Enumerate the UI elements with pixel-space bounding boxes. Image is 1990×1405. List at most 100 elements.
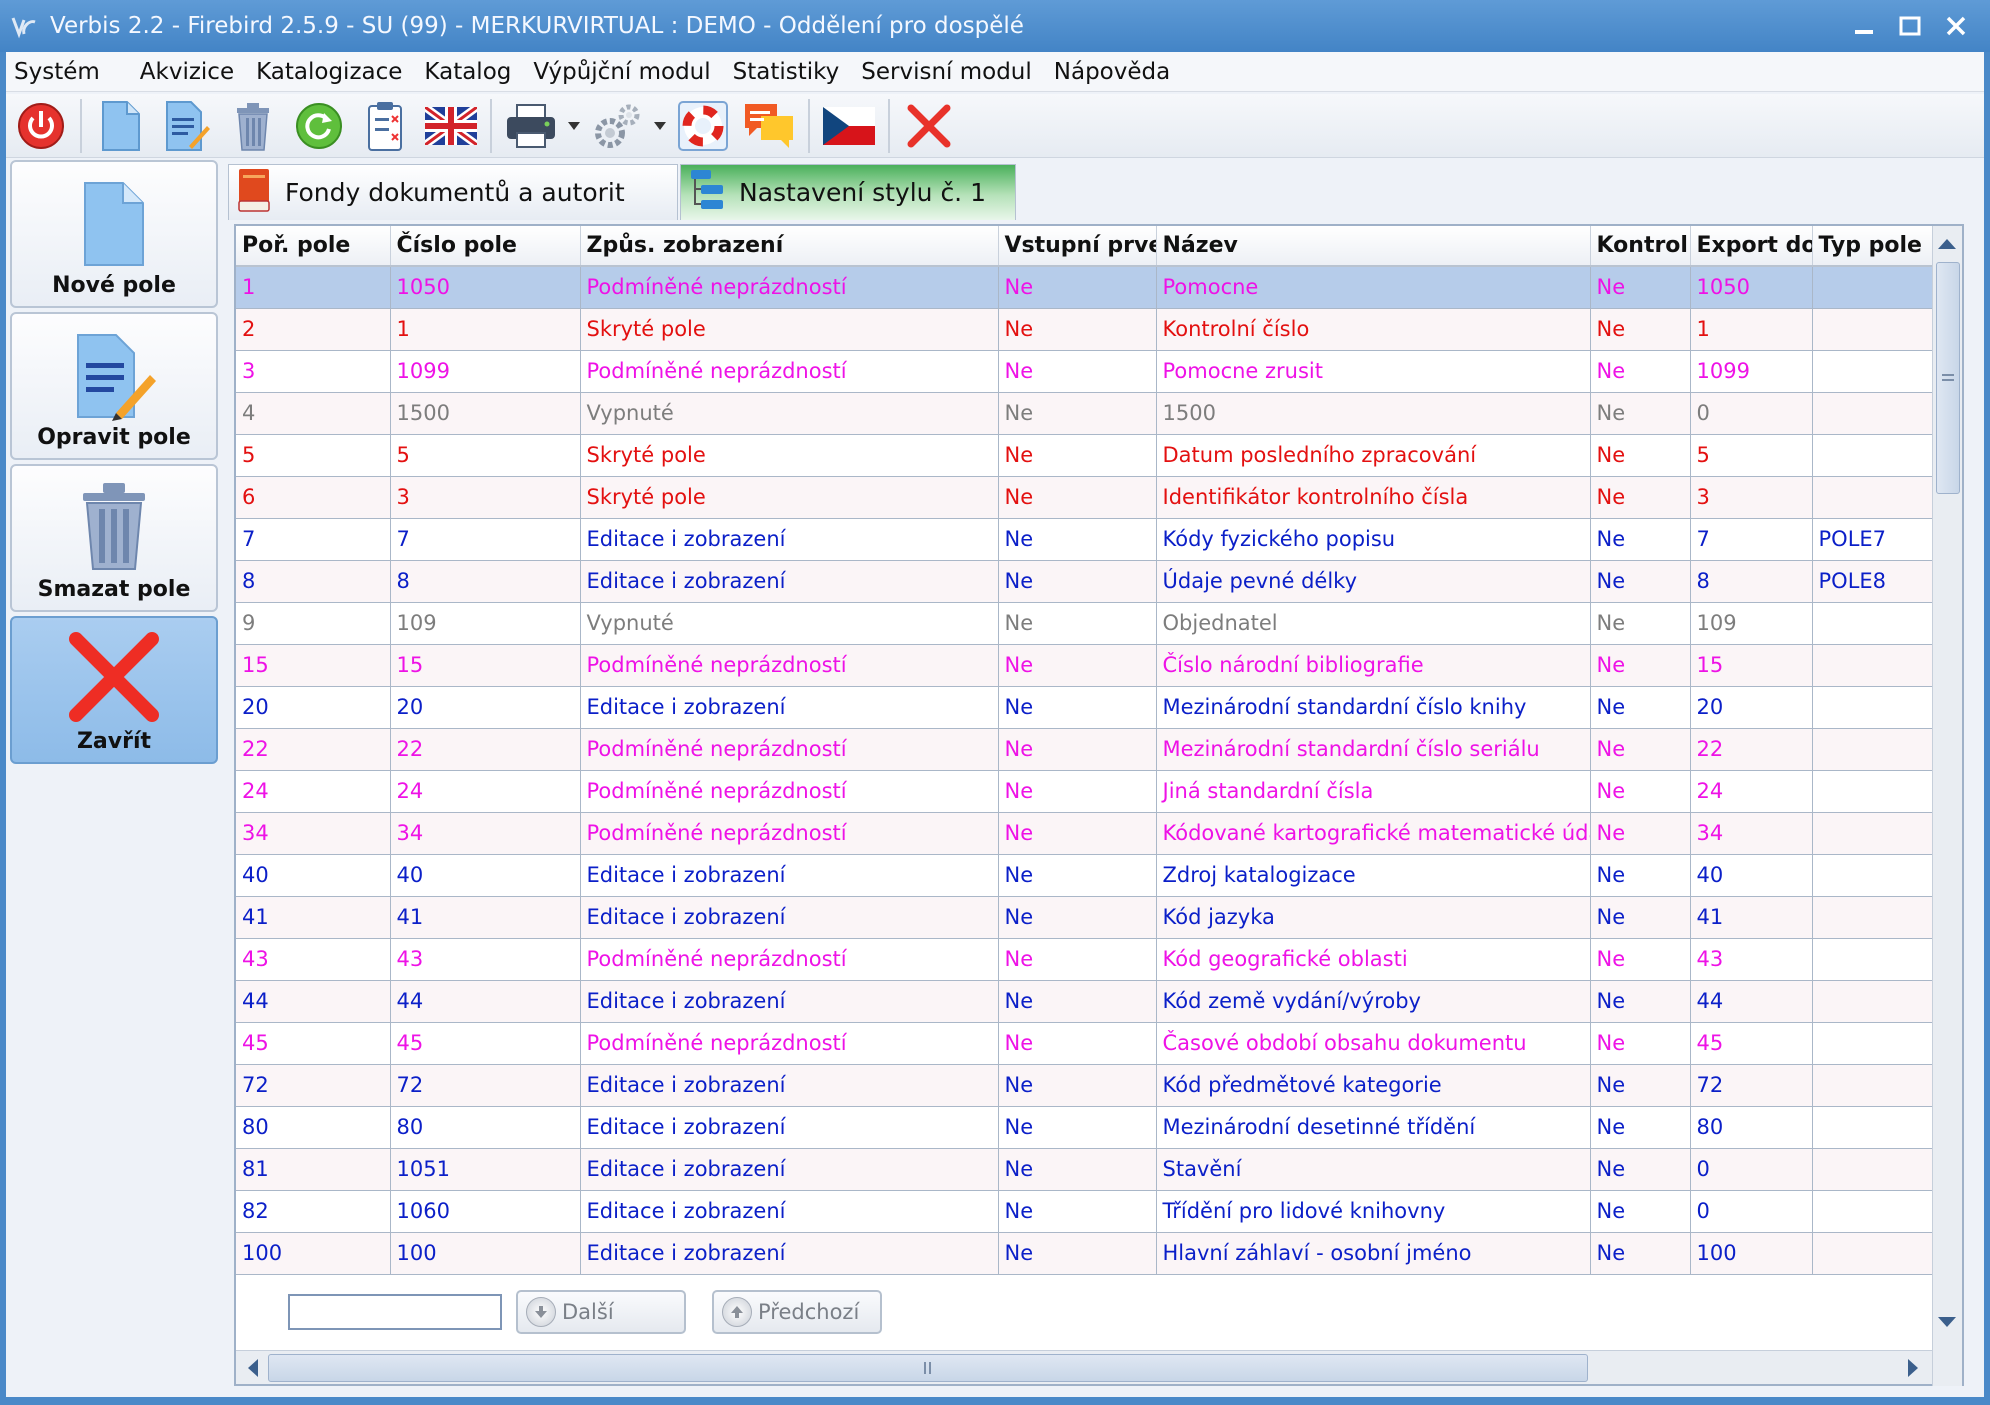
cell-check[interactable]: Ne (1590, 812, 1691, 855)
lifebuoy-icon[interactable] (670, 95, 736, 157)
cell-display-mode[interactable]: Editace i zobrazení (580, 896, 999, 939)
cell-order[interactable]: 5 (236, 434, 391, 477)
vertical-scrollbar[interactable] (1932, 226, 1962, 1386)
table-row[interactable]: 20 20 Editace i zobrazení Ne Mezinárodní sta… (236, 686, 1933, 729)
cell-name[interactable]: Jiná standardní čísla (1156, 770, 1591, 813)
cell-field-type[interactable] (1812, 896, 1933, 939)
cell-display-mode[interactable]: Skryté pole (580, 308, 999, 351)
cell-input-element[interactable]: Ne (998, 1190, 1157, 1233)
cell-check[interactable]: Ne (1590, 980, 1691, 1023)
cell-order[interactable]: 45 (236, 1022, 391, 1065)
cell-input-element[interactable]: Ne (998, 1232, 1157, 1275)
cell-order[interactable]: 7 (236, 518, 391, 561)
table-row[interactable]: 34 34 Podmíněné neprázdností Ne Kódované kar… (236, 812, 1933, 855)
cell-export[interactable]: 80 (1690, 1106, 1813, 1149)
cell-export[interactable]: 0 (1690, 1148, 1813, 1191)
cell-input-element[interactable]: Ne (998, 392, 1157, 435)
cell-name[interactable]: Stavění (1156, 1148, 1591, 1191)
cell-input-element[interactable]: Ne (998, 1148, 1157, 1191)
cell-field-number[interactable]: 1 (390, 308, 581, 351)
cell-field-number[interactable]: 80 (390, 1106, 581, 1149)
cell-input-element[interactable]: Ne (998, 686, 1157, 729)
cell-input-element[interactable]: Ne (998, 1106, 1157, 1149)
cell-check[interactable]: Ne (1590, 434, 1691, 477)
close-window-button[interactable] (1936, 6, 1976, 46)
cell-field-type[interactable] (1812, 644, 1933, 687)
cell-display-mode[interactable]: Podmíněné neprázdností (580, 350, 999, 393)
cell-name[interactable]: Kód jazyka (1156, 896, 1591, 939)
cell-field-type[interactable] (1812, 308, 1933, 351)
cell-input-element[interactable]: Ne (998, 812, 1157, 855)
table-row[interactable]: 100 100 Editace i zobrazení Ne Hlavní záhlav… (236, 1232, 1933, 1275)
cell-export[interactable]: 8 (1690, 560, 1813, 603)
cell-field-number[interactable]: 41 (390, 896, 581, 939)
cell-field-type[interactable] (1812, 938, 1933, 981)
search-input[interactable] (288, 1294, 502, 1330)
cell-order[interactable]: 81 (236, 1148, 391, 1191)
cell-display-mode[interactable]: Podmíněné neprázdností (580, 938, 999, 981)
cell-check[interactable]: Ne (1590, 518, 1691, 561)
cell-name[interactable]: Kód země vydání/výroby (1156, 980, 1591, 1023)
cell-name[interactable]: Údaje pevné délky (1156, 560, 1591, 603)
cell-name[interactable]: Zdroj katalogizace (1156, 854, 1591, 897)
table-row[interactable]: 43 43 Podmíněné neprázdností Ne Kód geografi… (236, 938, 1933, 981)
czech-flag-icon[interactable] (816, 95, 882, 157)
table-row[interactable]: 7 7 Editace i zobrazení Ne Kódy fyzického po… (236, 518, 1933, 561)
cell-field-number[interactable]: 40 (390, 854, 581, 897)
table-row[interactable]: 8 8 Editace i zobrazení Ne Údaje pevné délky… (236, 560, 1933, 603)
cell-name[interactable]: Identifikátor kontrolního čísla (1156, 476, 1591, 519)
cell-export[interactable]: 1 (1690, 308, 1813, 351)
cell-field-number[interactable]: 3 (390, 476, 581, 519)
cell-name[interactable]: Kódované kartografické matematické údaje (1156, 812, 1591, 855)
column-header-field-number[interactable]: Číslo pole (390, 226, 581, 267)
cell-field-type[interactable] (1812, 350, 1933, 393)
cell-name[interactable]: Časové období obsahu dokumentu (1156, 1022, 1591, 1065)
cell-field-type[interactable] (1812, 1232, 1933, 1275)
uk-flag-icon[interactable] (418, 95, 484, 157)
cell-field-number[interactable]: 1050 (390, 266, 581, 309)
close-panel-button[interactable]: Zavřít (10, 616, 218, 764)
menu-acquisition[interactable]: Akvizice (132, 52, 248, 92)
cell-field-type[interactable] (1812, 1064, 1933, 1107)
cell-input-element[interactable]: Ne (998, 602, 1157, 645)
cell-name[interactable]: Mezinárodní standardní číslo seriálu (1156, 728, 1591, 771)
cell-check[interactable]: Ne (1590, 938, 1691, 981)
cell-input-element[interactable]: Ne (998, 1022, 1157, 1065)
cell-order[interactable]: 9 (236, 602, 391, 645)
cell-check[interactable]: Ne (1590, 1106, 1691, 1149)
cell-display-mode[interactable]: Podmíněné neprázdností (580, 812, 999, 855)
cell-display-mode[interactable]: Editace i zobrazení (580, 980, 999, 1023)
cell-check[interactable]: Ne (1590, 644, 1691, 687)
table-row[interactable]: 40 40 Editace i zobrazení Ne Zdroj katalogiz… (236, 854, 1933, 897)
cell-export[interactable]: 41 (1690, 896, 1813, 939)
cell-field-number[interactable]: 7 (390, 518, 581, 561)
horizontal-scrollbar[interactable] (236, 1350, 1932, 1384)
refresh-icon[interactable] (286, 95, 352, 157)
cell-check[interactable]: Ne (1590, 896, 1691, 939)
cell-input-element[interactable]: Ne (998, 854, 1157, 897)
cell-field-number[interactable]: 15 (390, 644, 581, 687)
cell-field-number[interactable]: 72 (390, 1064, 581, 1107)
delete-field-button[interactable]: Smazat pole (10, 464, 218, 612)
column-header-field-type[interactable]: Typ pole (1812, 226, 1933, 267)
cell-input-element[interactable]: Ne (998, 560, 1157, 603)
cell-order[interactable]: 41 (236, 896, 391, 939)
tab-fonds[interactable]: Fondy dokumentů a autorit (228, 164, 678, 220)
cell-display-mode[interactable]: Podmíněné neprázdností (580, 266, 999, 309)
cell-check[interactable]: Ne (1590, 854, 1691, 897)
table-row[interactable]: 45 45 Podmíněné neprázdností Ne Časové obdob… (236, 1022, 1933, 1065)
table-row[interactable]: 4 1500 Vypnuté Ne 1500 Ne 0 (236, 392, 1933, 435)
cell-display-mode[interactable]: Editace i zobrazení (580, 518, 999, 561)
cell-input-element[interactable]: Ne (998, 434, 1157, 477)
cell-name[interactable]: Pomocne zrusit (1156, 350, 1591, 393)
cell-name[interactable]: Hlavní záhlaví - osobní jméno (1156, 1232, 1591, 1275)
cell-input-element[interactable]: Ne (998, 728, 1157, 771)
cell-order[interactable]: 1 (236, 266, 391, 309)
menu-statistics[interactable]: Statistiky (725, 52, 854, 92)
cell-field-type[interactable] (1812, 854, 1933, 897)
gear-icon[interactable] (584, 95, 650, 157)
cell-display-mode[interactable]: Editace i zobrazení (580, 686, 999, 729)
minimize-button[interactable] (1844, 6, 1884, 46)
cell-order[interactable]: 40 (236, 854, 391, 897)
cell-display-mode[interactable]: Podmíněné neprázdností (580, 770, 999, 813)
